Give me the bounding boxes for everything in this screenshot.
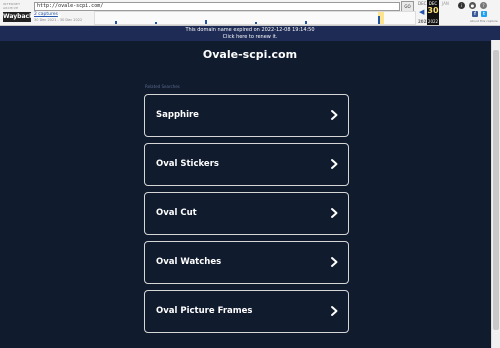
info-icon[interactable]: i (458, 2, 465, 9)
wayback-toolbar: INTERNET ARCHIVE WaybackMachine http://o… (0, 0, 500, 26)
search-link-label: Oval Stickers (156, 159, 219, 169)
capture-tick (378, 16, 380, 24)
capture-tick (255, 22, 257, 24)
chevron-right-icon (331, 159, 338, 169)
search-link-oval-cut[interactable]: Oval Cut (144, 192, 349, 235)
chevron-right-icon (331, 110, 338, 120)
cur-day: 30 (427, 6, 439, 15)
expired-banner[interactable]: This domain name expired on 2022-12-08 1… (0, 26, 500, 41)
capture-tick (155, 22, 157, 24)
capture-tick (115, 21, 117, 24)
domain-title: Ovale-scpi.com (202, 48, 298, 61)
capture-sparkline[interactable] (94, 11, 416, 25)
search-link-label: Oval Picture Frames (156, 306, 253, 316)
profile-icon[interactable]: ● (469, 2, 476, 9)
chevron-right-icon (331, 306, 338, 316)
help-icon[interactable]: ? (480, 2, 487, 9)
current-capture: DEC 30 2022 (427, 0, 439, 25)
twitter-icon[interactable]: t (481, 11, 487, 17)
logo-line1: INTERNET ARCHIVE (3, 2, 21, 10)
banner-line2[interactable]: Click here to renew it. (0, 34, 500, 41)
url-input[interactable]: http://ovale-scpi.com/ (34, 2, 400, 11)
capture-tick (205, 20, 207, 24)
search-link-oval-stickers[interactable]: Oval Stickers (144, 143, 349, 186)
scrollbar-thumb[interactable] (493, 50, 499, 330)
banner-line1: This domain name expired on 2022-12-08 1… (185, 27, 315, 33)
facebook-icon[interactable]: f (472, 11, 478, 17)
cur-year: 2022 (427, 19, 439, 24)
chevron-right-icon (331, 208, 338, 218)
logo-line2: WaybackMachine (3, 12, 62, 22)
search-link-label: Oval Watches (156, 257, 222, 267)
next-month: JAN (442, 1, 449, 6)
vertical-scrollbar[interactable] (491, 40, 500, 348)
search-link-sapphire[interactable]: Sapphire (144, 94, 349, 137)
wayback-logo[interactable]: INTERNET ARCHIVE WaybackMachine (3, 2, 62, 22)
prev-arrow-icon[interactable]: ◀ (419, 8, 424, 16)
captures-link[interactable]: 2 captures (34, 12, 58, 17)
search-link-oval-picture-frames[interactable]: Oval Picture Frames (144, 290, 349, 333)
related-searches-label: Related Searches (145, 84, 180, 89)
search-link-label: Sapphire (156, 110, 199, 120)
search-link-oval-watches[interactable]: Oval Watches (144, 241, 349, 284)
captures-range: 30 Dec 2021 - 30 Dec 2022 (34, 18, 83, 22)
prev-month: DEC (418, 1, 427, 6)
chevron-right-icon (331, 257, 338, 267)
about-capture-link[interactable]: About this capture (470, 19, 498, 23)
capture-tick (305, 21, 307, 24)
search-link-label: Oval Cut (156, 208, 197, 218)
